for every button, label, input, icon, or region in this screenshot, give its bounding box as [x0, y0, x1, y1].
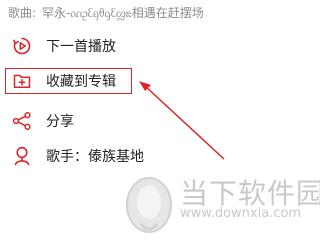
watermark: 当下软件园 www.downxia.com [120, 172, 320, 242]
watermark-url: www.downxia.com [180, 206, 302, 221]
watermark-logo-icon [126, 177, 172, 233]
